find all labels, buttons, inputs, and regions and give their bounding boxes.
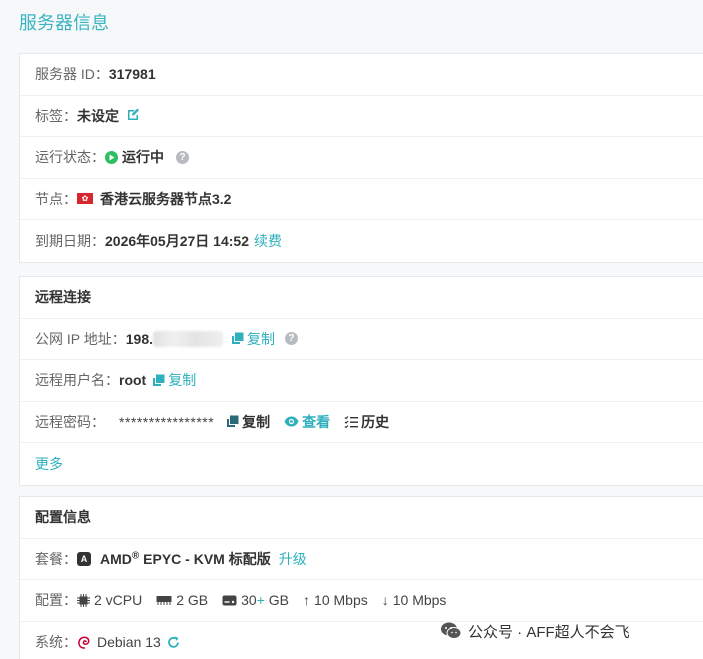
- user-label: 远程用户名：: [35, 372, 119, 389]
- disk-icon: [222, 595, 237, 606]
- wechat-icon: [441, 622, 462, 639]
- password-row: 远程密码： **************** 复制 查看 历史: [20, 402, 703, 443]
- password-view-button[interactable]: 查看: [284, 412, 330, 432]
- ip-copy-button[interactable]: 复制: [231, 329, 275, 349]
- copy-icon: [227, 415, 239, 428]
- help-icon[interactable]: ?: [176, 150, 189, 164]
- status-row: 运行状态： 运行中 ?: [20, 137, 703, 179]
- upload-spec: ↑ 10 Mbps: [303, 592, 368, 609]
- plan-value: AMD® EPYC - KVM 标配版: [100, 550, 271, 567]
- plan-row: 套餐： A AMD® EPYC - KVM 标配版 升级: [20, 539, 703, 580]
- tag-row: 标签： 未设定: [20, 96, 703, 137]
- edit-icon[interactable]: [126, 107, 140, 124]
- spec-row: 配置： 2 vCPU 2 GB 30+ GB ↑ 10 Mbps ↓ 10 Mb…: [20, 580, 703, 622]
- status-label: 运行状态：: [35, 149, 105, 166]
- node-label: 节点：: [35, 190, 77, 207]
- ip-value: 198.: [125, 330, 154, 347]
- tag-label: 标签：: [35, 107, 77, 124]
- tag-value: 未设定: [77, 107, 119, 124]
- copy-icon: [153, 374, 165, 386]
- node-value: 香港云服务器节点3.2: [100, 190, 232, 207]
- disk-spec: 30+ GB: [222, 592, 289, 608]
- reinstall-icon[interactable]: [167, 636, 180, 649]
- ip-help-icon[interactable]: ?: [285, 332, 299, 346]
- arrow-up-icon: ↑: [303, 592, 311, 609]
- config-title-row: 配置信息: [20, 497, 703, 539]
- ip-label: 公网 IP 地址：: [35, 330, 126, 347]
- config-title: 配置信息: [35, 509, 91, 526]
- password-value: ****************: [119, 413, 215, 430]
- running-icon: [105, 150, 118, 164]
- cpu-icon: [77, 593, 90, 607]
- history-list-icon: [344, 415, 359, 428]
- wechat-watermark: 公众号 · AFF超人不会飞: [440, 620, 630, 642]
- upgrade-link[interactable]: 升级: [279, 549, 307, 569]
- status-value: 运行中: [122, 149, 164, 166]
- arrow-down-icon: ↓: [381, 592, 389, 609]
- ram-spec: 2 GB: [156, 592, 208, 608]
- os-value: Debian 13: [97, 634, 161, 651]
- user-copy-button[interactable]: 复制: [152, 370, 196, 390]
- expire-value: 2026年05月27日 14:52: [105, 232, 249, 249]
- plan-badge-icon: A: [77, 551, 91, 566]
- cpu-spec: 2 vCPU: [77, 592, 142, 608]
- user-value: root: [119, 372, 147, 389]
- more-link[interactable]: 更多: [35, 454, 63, 474]
- copy-icon: [232, 332, 244, 345]
- server-id-row: 服务器 ID： 317981: [20, 54, 703, 96]
- download-spec: ↓ 10 Mbps: [381, 592, 447, 609]
- remote-title: 远程连接: [35, 289, 91, 306]
- more-row: 更多: [20, 443, 703, 485]
- plan-label: 套餐：: [35, 550, 77, 567]
- user-row: 远程用户名： root 复制: [20, 360, 703, 402]
- ip-redacted: [153, 330, 224, 347]
- server-id-label: 服务器 ID：: [35, 66, 109, 83]
- server-id-value: 317981: [108, 66, 156, 83]
- eye-icon: [284, 416, 299, 427]
- remote-title-row: 远程连接: [20, 277, 703, 319]
- spec-label: 配置：: [35, 592, 77, 609]
- remote-connection-card: 远程连接 公网 IP 地址： 198. 复制 ? 远程用户名： root 复制 …: [19, 276, 703, 486]
- expire-label: 到期日期：: [35, 232, 105, 249]
- server-info-card: 服务器 ID： 317981 标签： 未设定 运行状态： 运行中 ? 节点： ✿…: [19, 53, 703, 263]
- expire-row: 到期日期： 2026年05月27日 14:52 续费: [20, 220, 703, 262]
- memory-icon: [156, 596, 172, 606]
- password-label: 远程密码：: [35, 413, 105, 430]
- watermark-text: 公众号 · AFF超人不会飞: [468, 623, 630, 641]
- password-history-button[interactable]: 历史: [344, 412, 389, 432]
- debian-icon: [77, 635, 91, 650]
- renew-link[interactable]: 续费: [254, 231, 282, 251]
- hong-kong-flag-icon: ✿: [77, 193, 93, 205]
- os-label: 系统：: [35, 634, 77, 651]
- password-copy-button[interactable]: 复制: [226, 412, 270, 432]
- page-title: 服务器信息: [19, 13, 109, 33]
- node-row: 节点： ✿ 香港云服务器节点3.2: [20, 179, 703, 220]
- ip-row: 公网 IP 地址： 198. 复制 ?: [20, 319, 703, 360]
